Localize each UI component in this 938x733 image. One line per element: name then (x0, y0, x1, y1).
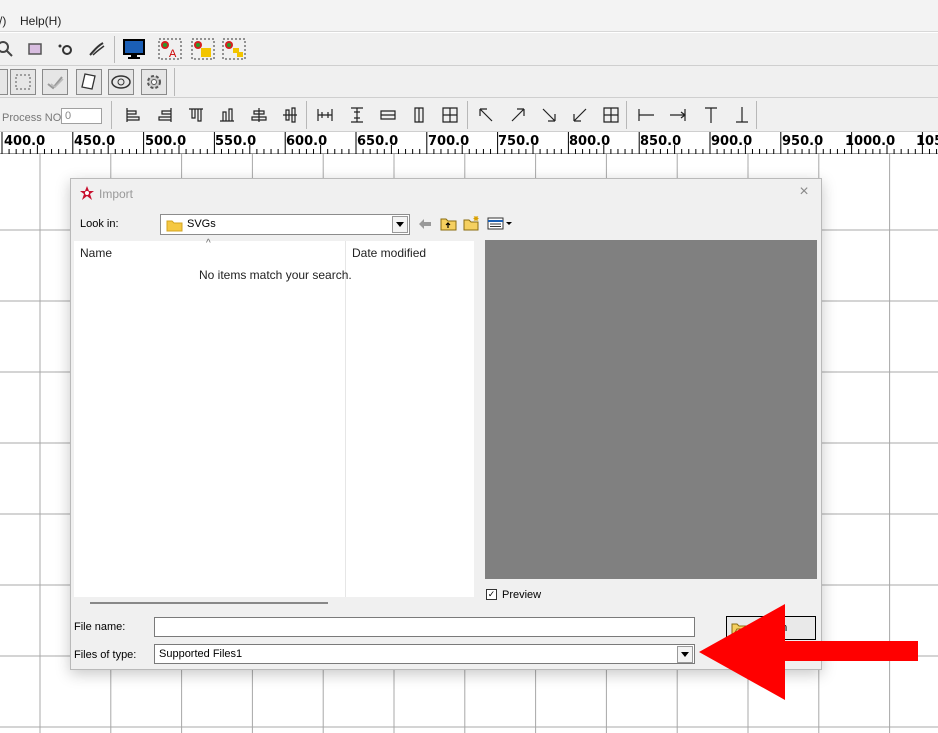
line-left-icon[interactable] (637, 106, 655, 124)
align-bottom-icon[interactable] (218, 106, 236, 124)
sort-caret-icon: ^ (206, 238, 211, 249)
ruler-label: 700.0 (428, 134, 470, 149)
folder-icon (166, 220, 183, 232)
ruler-label: 950.0 (782, 134, 824, 149)
toolbar-secondary (0, 66, 938, 98)
empty-message: No items match your search. (199, 268, 352, 282)
eraser-icon[interactable] (76, 69, 102, 95)
same-width-icon[interactable] (410, 106, 428, 124)
file-name-label: File name: (74, 621, 126, 633)
column-header-date-modified[interactable]: Date modified (352, 246, 426, 260)
files-of-type-label: Files of type: (74, 649, 137, 661)
ruler-label: 105 (916, 134, 938, 149)
app-logo-icon (79, 185, 95, 204)
text-marker-icon[interactable]: A (157, 36, 183, 62)
ruler-label: 400.0 (4, 134, 46, 149)
align-top-icon[interactable] (187, 106, 205, 124)
pen-tool-icon[interactable] (84, 36, 110, 62)
spiral-tool-icon[interactable] (53, 36, 79, 62)
horizontal-scrollbar[interactable] (90, 602, 328, 604)
process-no-input[interactable]: 0 (61, 108, 102, 124)
back-arrow-icon[interactable] (418, 218, 432, 233)
marker-icon[interactable] (190, 36, 216, 62)
tool-button-partial[interactable] (0, 69, 8, 95)
up-folder-icon[interactable] (440, 216, 457, 234)
file-list[interactable]: ^ Name Date modified No items match your… (74, 238, 474, 597)
arrow-bottom-right-icon[interactable] (540, 106, 558, 124)
ruler-label: 800.0 (569, 134, 611, 149)
import-dialog: Import × Look in: SVGs ^ Name Date modif… (70, 178, 822, 670)
chevron-down-icon[interactable] (677, 646, 693, 663)
ruler-label: 1000.0 (845, 134, 896, 149)
view-menu-icon[interactable] (487, 217, 513, 233)
preview-checkbox[interactable]: ✓ (486, 589, 497, 600)
menubar (0, 12, 938, 32)
align-hcenter-icon[interactable] (250, 106, 268, 124)
horizontal-ruler: 400.0 450.0 500.0 550.0 600.0 650.0 700.… (0, 132, 938, 154)
arrow-bottom-left-icon[interactable] (571, 106, 589, 124)
align-vcenter-icon[interactable] (281, 106, 299, 124)
process-no-label: Process NO: (2, 112, 65, 124)
zoom-icon[interactable] (0, 36, 20, 62)
ruler-label: 650.0 (357, 134, 399, 149)
ruler-label: 550.0 (215, 134, 257, 149)
preview-pane (485, 240, 817, 579)
svg-text:A: A (169, 48, 177, 60)
menu-item-view[interactable]: /) (0, 14, 6, 28)
close-icon[interactable]: × (795, 183, 813, 201)
arrow-top-right-icon[interactable] (509, 106, 527, 124)
new-folder-icon[interactable] (463, 215, 481, 234)
ruler-label: 450.0 (74, 134, 116, 149)
files-of-type-dropdown[interactable]: Supported Files1 (154, 644, 695, 664)
line-right-icon[interactable] (669, 106, 687, 124)
ruler-label: 500.0 (145, 134, 187, 149)
arrow-top-left-icon[interactable] (477, 106, 495, 124)
align-left-icon[interactable] (124, 106, 142, 124)
eye-icon[interactable] (108, 69, 134, 95)
align-right-icon[interactable] (156, 106, 174, 124)
annotation-arrow-icon (699, 604, 918, 700)
center-both-icon[interactable] (441, 106, 459, 124)
look-in-label: Look in: (80, 218, 119, 230)
gear-icon[interactable] (141, 69, 167, 95)
toolbar-main: A (0, 33, 938, 66)
files-of-type-value: Supported Files1 (159, 648, 243, 660)
column-header-name[interactable]: Name (80, 246, 112, 260)
look-in-value: SVGs (187, 218, 216, 230)
menubar-top (0, 0, 938, 12)
ruler-label: 600.0 (286, 134, 328, 149)
distribute-v-icon[interactable] (348, 106, 366, 124)
check-icon[interactable] (42, 69, 68, 95)
line-bottom-icon[interactable] (733, 106, 751, 124)
ruler-label: 850.0 (640, 134, 682, 149)
select-area-icon[interactable] (10, 69, 36, 95)
ruler-label: 900.0 (711, 134, 753, 149)
monitor-icon[interactable] (121, 36, 147, 62)
line-top-icon[interactable] (702, 106, 720, 124)
ruler-label: 750.0 (498, 134, 540, 149)
rectangle-tool-icon[interactable] (22, 36, 48, 62)
dialog-title: Import (99, 187, 134, 201)
menu-item-help[interactable]: Help(H) (20, 14, 61, 28)
same-height-icon[interactable] (379, 106, 397, 124)
distribute-h-icon[interactable] (316, 106, 334, 124)
preview-label: Preview (502, 589, 542, 601)
grid-cross-icon[interactable] (602, 106, 620, 124)
file-name-input[interactable] (154, 617, 695, 637)
chevron-down-icon[interactable] (392, 216, 408, 233)
look-in-dropdown[interactable]: SVGs (160, 214, 410, 235)
multi-marker-icon[interactable] (221, 36, 247, 62)
